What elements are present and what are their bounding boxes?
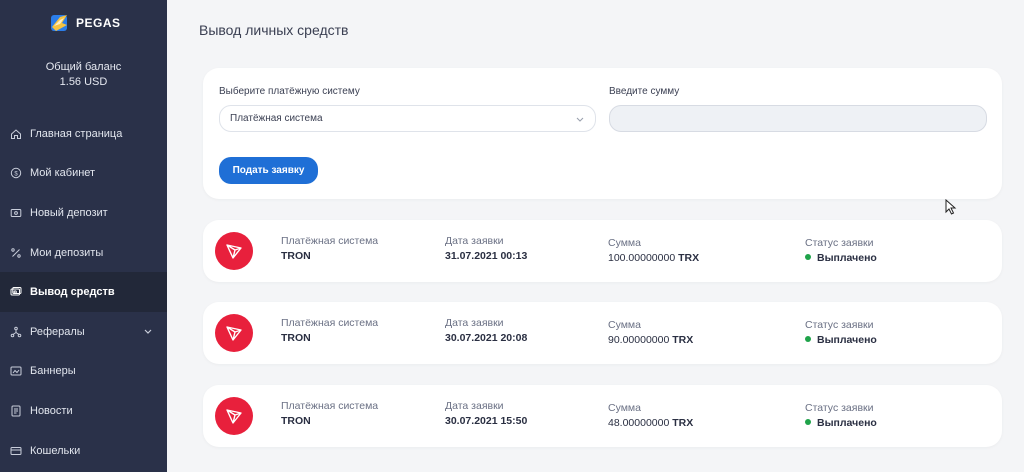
status-dot-icon xyxy=(805,254,811,261)
withdrawal-row: Платёжная система TRON Дата заявки 30.07… xyxy=(203,302,1002,364)
logo[interactable]: PEGAS xyxy=(48,12,121,34)
date-value: 30.07.2021 15:50 xyxy=(445,415,528,427)
balance-value: 1.56 USD xyxy=(59,76,108,88)
sidebar-item-banners[interactable]: Баннеры xyxy=(0,352,167,392)
sidebar-item-label: Мой кабинет xyxy=(30,167,96,180)
system-key: Платёжная система xyxy=(281,317,379,329)
currency-value: TRX xyxy=(672,334,694,346)
sidebar-item-label: Мои депозиты xyxy=(30,246,104,259)
status-key: Статус заявки xyxy=(805,319,874,331)
status-value: Выплачено xyxy=(817,334,877,346)
amount-column: Сумма 100.00000000 TRX xyxy=(608,236,699,266)
sidebar-item-wallets[interactable]: Кошельки xyxy=(0,431,167,471)
sidebar: PEGAS Общий баланс 1.56 USD Главная стра… xyxy=(0,0,167,472)
amount-label: Введите сумму xyxy=(609,86,680,97)
currency-value: TRX xyxy=(672,417,694,429)
chevron-down-icon xyxy=(575,114,585,124)
sidebar-item-label: Рефералы xyxy=(30,325,85,338)
home-icon xyxy=(10,128,22,140)
sidebar-item-my-deposits[interactable]: Мои депозиты xyxy=(0,233,167,273)
status-dot-icon xyxy=(805,336,811,343)
system-column: Платёжная система TRON xyxy=(281,399,378,429)
currency-value: TRX xyxy=(678,252,700,264)
date-key: Дата заявки xyxy=(445,235,504,247)
sidebar-item-label: Новый депозит xyxy=(30,206,108,219)
system-value: TRON xyxy=(281,415,311,427)
page-title: Вывод личных средств xyxy=(199,22,349,38)
status-dot-icon xyxy=(805,419,811,426)
chevron-down-icon[interactable] xyxy=(143,326,153,336)
balance-block: Общий баланс 1.56 USD xyxy=(0,60,167,90)
tron-logo-icon xyxy=(215,232,253,270)
payment-system-select[interactable]: Платёжная система xyxy=(219,105,596,132)
withdrawal-row: Платёжная система TRON Дата заявки 31.07… xyxy=(203,220,1002,282)
news-icon xyxy=(10,405,22,417)
system-column: Платёжная система TRON xyxy=(281,316,378,346)
status-column: Статус заявки Выплачено xyxy=(805,318,877,348)
withdrawal-row: Платёжная система TRON Дата заявки 30.07… xyxy=(203,385,1002,447)
sidebar-item-referrals[interactable]: Рефералы xyxy=(0,312,167,352)
date-value: 30.07.2021 20:08 xyxy=(445,332,528,344)
sidebar-item-label: Баннеры xyxy=(30,365,76,378)
status-value: Выплачено xyxy=(817,252,877,264)
amount-value: 48.00000000 xyxy=(608,417,670,429)
sidebar-nav: Главная страница $ Мой кабинет Новый деп… xyxy=(0,114,167,470)
cash-icon xyxy=(10,286,22,298)
mouse-cursor-icon xyxy=(945,198,957,215)
system-key: Платёжная система xyxy=(281,400,379,412)
coin-icon: $ xyxy=(10,167,22,179)
main-content: Вывод личных средств Выберите платёжную … xyxy=(167,0,1024,472)
status-column: Статус заявки Выплачено xyxy=(805,236,877,266)
sidebar-item-withdraw[interactable]: Вывод средств xyxy=(0,272,167,312)
svg-text:$: $ xyxy=(14,172,18,178)
amount-key: Сумма xyxy=(608,402,641,414)
sidebar-item-label: Вывод средств xyxy=(30,286,115,299)
amount-column: Сумма 90.00000000 TRX xyxy=(608,318,693,348)
payment-system-selected: Платёжная система xyxy=(230,113,323,124)
sidebar-item-cabinet[interactable]: $ Мой кабинет xyxy=(0,154,167,194)
date-key: Дата заявки xyxy=(445,400,504,412)
amount-key: Сумма xyxy=(608,319,641,331)
logo-text: PEGAS xyxy=(76,16,121,30)
sidebar-item-label: Кошельки xyxy=(30,444,81,457)
amount-value: 100.00000000 xyxy=(608,252,676,264)
amount-key: Сумма xyxy=(608,237,641,249)
date-column: Дата заявки 31.07.2021 00:13 xyxy=(445,234,527,264)
amount-column: Сумма 48.00000000 TRX xyxy=(608,401,693,431)
sidebar-item-new-deposit[interactable]: Новый депозит xyxy=(0,193,167,233)
date-value: 31.07.2021 00:13 xyxy=(445,250,528,262)
percent-icon xyxy=(10,247,22,259)
sidebar-item-news[interactable]: Новости xyxy=(0,391,167,431)
card-icon xyxy=(10,445,22,457)
submit-request-button[interactable]: Подать заявку xyxy=(219,157,318,184)
status-key: Статус заявки xyxy=(805,402,874,414)
pegas-logo-icon xyxy=(48,12,70,34)
sidebar-item-label: Новости xyxy=(30,404,73,417)
system-value: TRON xyxy=(281,332,311,344)
system-column: Платёжная система TRON xyxy=(281,234,378,264)
amount-input[interactable] xyxy=(609,105,987,132)
system-value: TRON xyxy=(281,250,311,262)
balance-label: Общий баланс xyxy=(45,61,122,73)
tron-logo-icon xyxy=(215,397,253,435)
withdraw-form-card: Выберите платёжную систему Введите сумму… xyxy=(203,68,1002,199)
sidebar-item-label: Главная страница xyxy=(30,127,123,140)
status-value: Выплачено xyxy=(817,417,877,429)
status-column: Статус заявки Выплачено xyxy=(805,401,877,431)
date-key: Дата заявки xyxy=(445,317,504,329)
payment-system-label: Выберите платёжную систему xyxy=(219,86,360,97)
tron-logo-icon xyxy=(215,314,253,352)
status-key: Статус заявки xyxy=(805,237,874,249)
network-icon xyxy=(10,326,22,338)
sidebar-item-home[interactable]: Главная страница xyxy=(0,114,167,154)
date-column: Дата заявки 30.07.2021 20:08 xyxy=(445,316,527,346)
date-column: Дата заявки 30.07.2021 15:50 xyxy=(445,399,527,429)
amount-value: 90.00000000 xyxy=(608,334,670,346)
banner-icon xyxy=(10,365,22,377)
wallet-icon xyxy=(10,207,22,219)
system-key: Платёжная система xyxy=(281,235,379,247)
